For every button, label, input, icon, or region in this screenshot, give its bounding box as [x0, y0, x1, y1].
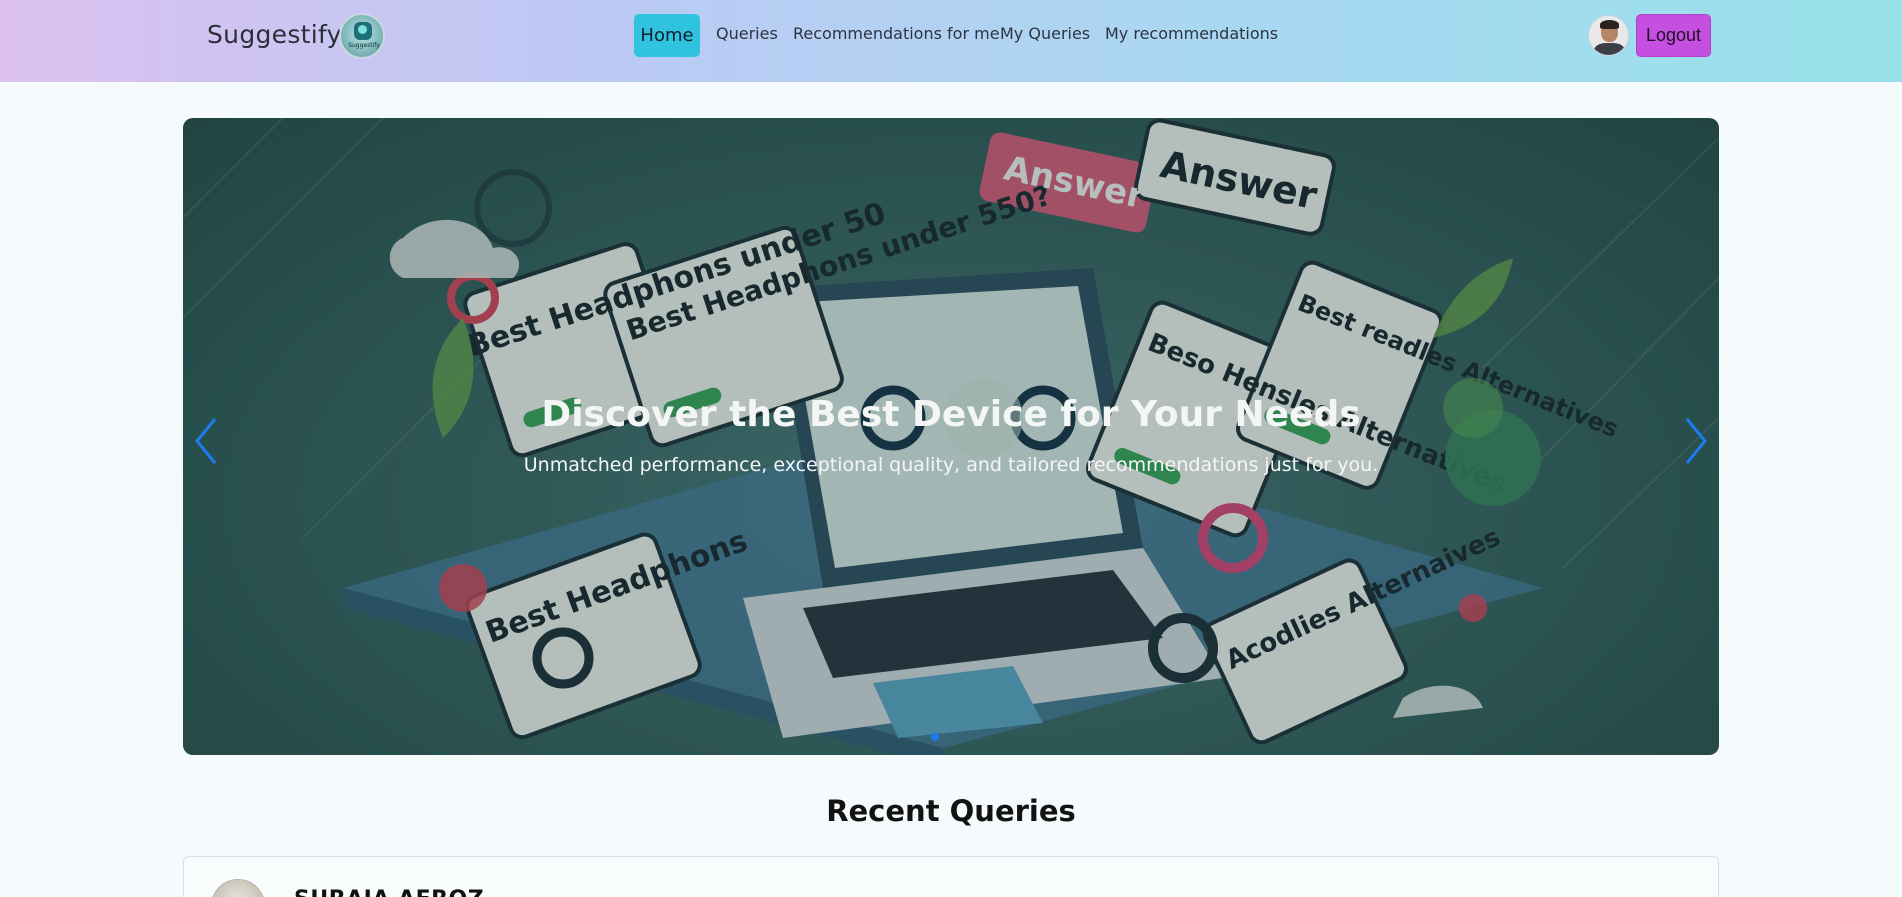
- top-navbar: Suggestify Suggestify Home Queries Recom…: [0, 0, 1902, 82]
- query-card-user-name: SURAIA AFROZ: [294, 887, 484, 897]
- chevron-left-icon: [195, 418, 217, 464]
- hero-subtitle: Unmatched performance, exceptional quali…: [523, 454, 1379, 476]
- nav-link-my-recommendations[interactable]: My recommendations: [1105, 24, 1278, 43]
- user-avatar[interactable]: [1588, 15, 1629, 56]
- brand-name[interactable]: Suggestify: [207, 20, 342, 49]
- nav-home-button[interactable]: Home: [634, 14, 700, 57]
- hero-title: Discover the Best Device for Your Needs: [541, 394, 1361, 435]
- query-card[interactable]: SURAIA AFROZ: [183, 856, 1719, 897]
- logo-bubble-icon: [354, 22, 372, 40]
- query-card-avatar: [211, 879, 265, 897]
- avatar-body: [1594, 43, 1625, 55]
- hero-carousel: Best Headphons under 50 Best Headphons u…: [183, 118, 1719, 755]
- recent-queries-title: Recent Queries: [826, 794, 1076, 828]
- avatar-hair: [1600, 20, 1619, 29]
- brand-logo[interactable]: Suggestify: [339, 13, 385, 59]
- chevron-right-icon: [1685, 418, 1707, 464]
- nav-link-my-queries[interactable]: My Queries: [1000, 24, 1090, 43]
- carousel-next-button[interactable]: [1677, 413, 1713, 469]
- carousel-indicator-active[interactable]: [931, 733, 939, 741]
- logout-button[interactable]: Logout: [1636, 14, 1711, 57]
- nav-link-recommendations-for-me[interactable]: Recommendations for me: [793, 24, 1000, 43]
- nav-link-queries[interactable]: Queries: [716, 24, 778, 43]
- carousel-prev-button[interactable]: [189, 413, 225, 469]
- logo-text: Suggestify: [348, 42, 380, 49]
- hero-dark-overlay: [183, 118, 1719, 755]
